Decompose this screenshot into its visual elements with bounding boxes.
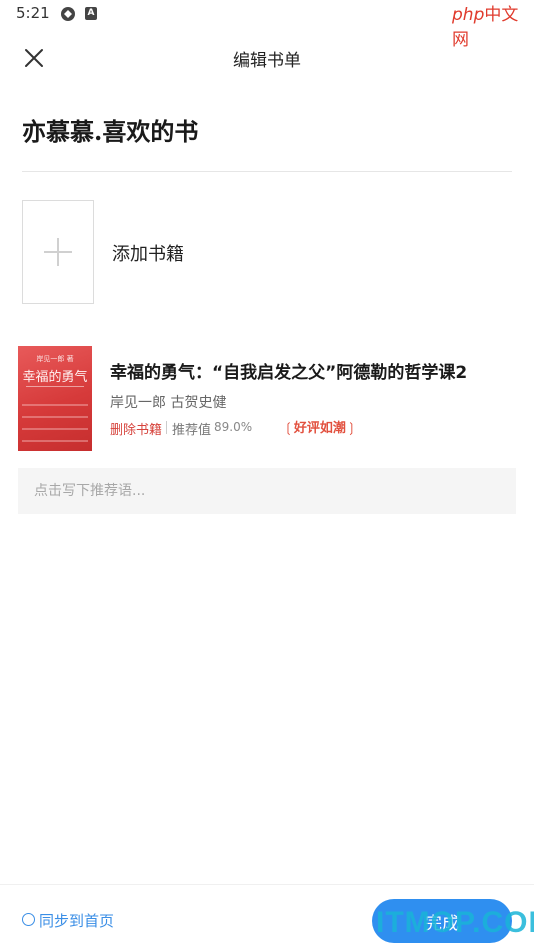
cover-title: 幸福的勇气 <box>22 370 88 385</box>
book-authors: 岸见一郎 古贺史健 <box>110 395 227 411</box>
notification-icon: A <box>85 7 97 20</box>
rating-badge-label: 好评如潮 <box>293 421 346 436</box>
separator <box>166 421 167 434</box>
watermark-brand: php <box>452 5 485 25</box>
laurel-right-icon: ❳ <box>345 421 357 436</box>
cover-author: 岸见一郎 著 <box>36 355 74 363</box>
divider <box>22 171 512 172</box>
laurel-left-icon: ❲ <box>283 421 294 436</box>
cover-texture <box>22 440 88 442</box>
delete-book-button[interactable]: 删除书籍 <box>110 419 162 438</box>
recommend-value: 89.0% <box>214 420 253 434</box>
watermark-site: ITMOP.COM <box>376 906 534 939</box>
cover-texture <box>22 404 88 406</box>
status-time: 5:21 <box>16 4 50 22</box>
booklist-name[interactable]: 亦慕慕.喜欢的书 <box>22 112 198 147</box>
header: 编辑书单 <box>0 36 534 80</box>
add-book-button[interactable] <box>22 200 94 304</box>
page-title: 编辑书单 <box>233 51 301 71</box>
recommendation-input[interactable] <box>18 468 516 514</box>
cover-divider <box>26 386 84 387</box>
plus-icon <box>44 238 72 266</box>
cover-texture <box>22 428 88 430</box>
radio-icon[interactable] <box>22 913 35 926</box>
book-title[interactable]: 幸福的勇气：“自我启发之父”阿德勒的哲学课2 <box>110 358 467 383</box>
add-book-label[interactable]: 添加书籍 <box>112 240 184 266</box>
sync-status-icon <box>60 6 76 22</box>
recommend-label: 推荐值 <box>172 423 212 438</box>
cover-texture <box>22 416 88 418</box>
book-cover[interactable]: 岸见一郎 著 幸福的勇气 <box>18 346 92 451</box>
sync-label: 同步到首页 <box>39 912 115 930</box>
rating-badge: ❲好评如潮❳ <box>283 417 357 437</box>
